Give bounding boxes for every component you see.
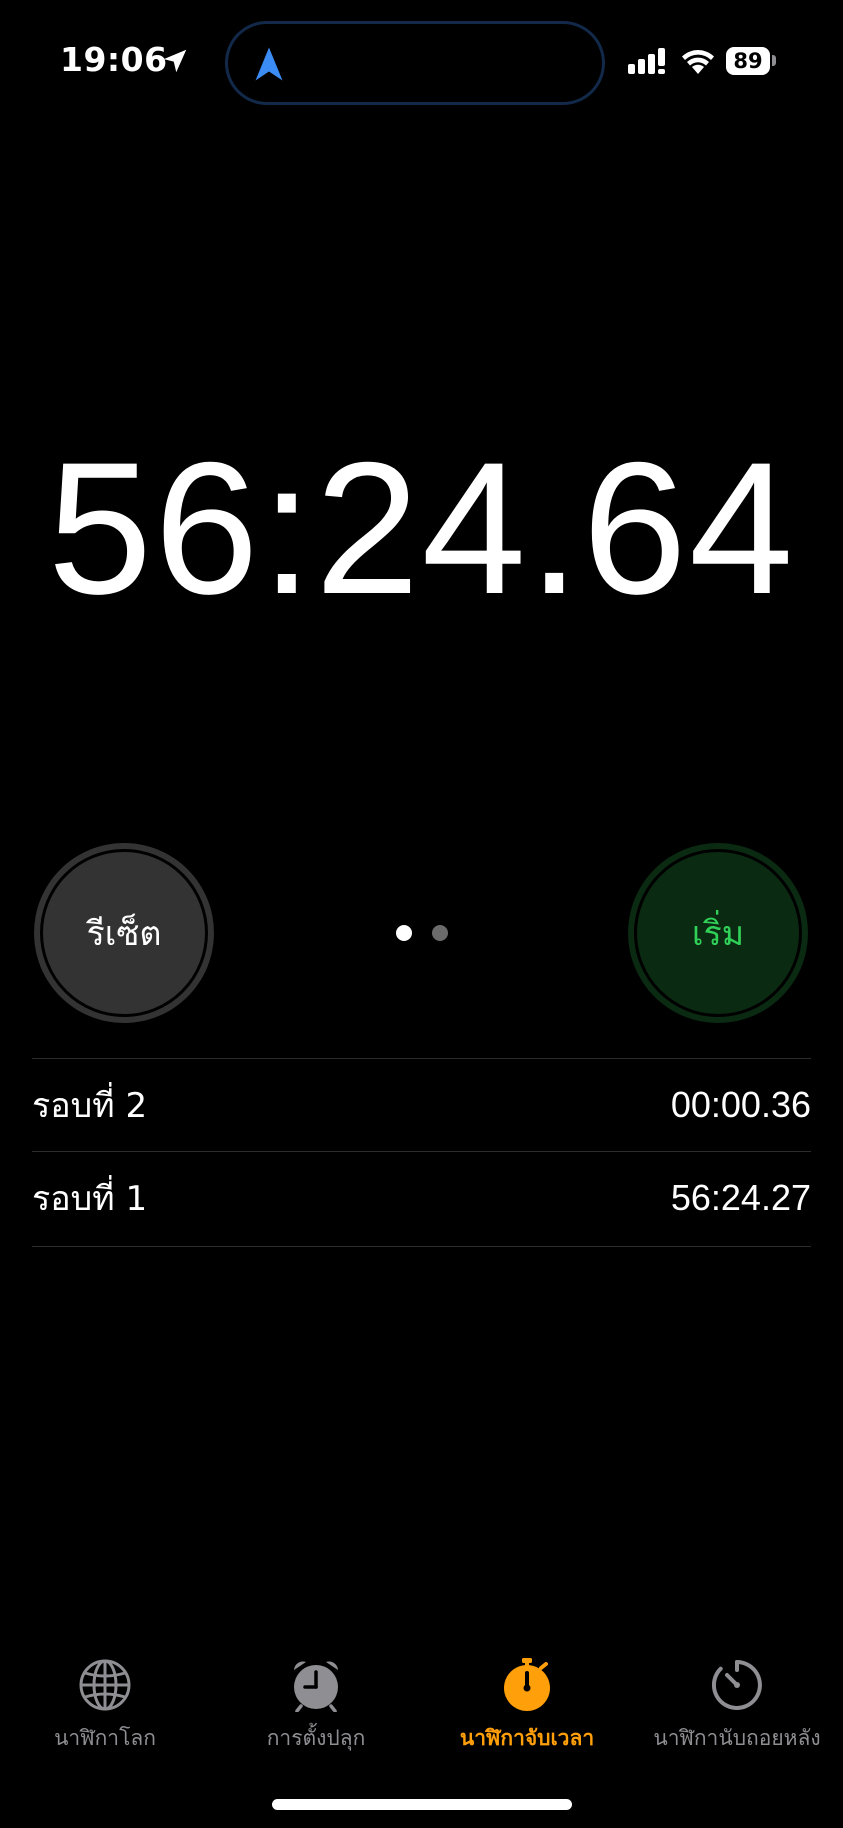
- tab-world-clock[interactable]: นาฬิกาโลก: [0, 1658, 210, 1768]
- page-indicator-dot-active[interactable]: [396, 925, 412, 941]
- cellular-signal-icon: [628, 48, 665, 74]
- start-button-ring: [634, 849, 802, 1017]
- lap-time: 56:24.27: [670, 1177, 811, 1218]
- tab-stopwatch[interactable]: นาฬิกาจับเวลา: [422, 1658, 632, 1768]
- battery-nub: [772, 55, 776, 66]
- stopwatch-icon: [504, 1658, 550, 1711]
- lap-divider: [32, 1246, 811, 1247]
- reset-button-ring: [40, 849, 208, 1017]
- battery-icon: 89: [726, 47, 770, 75]
- lap-row: รอบที่ 1 56:24.27: [32, 1151, 811, 1245]
- battery-level: 89: [733, 49, 763, 73]
- stopwatch-elapsed-time: 56:24.64: [47, 423, 796, 633]
- page-indicator-dot[interactable]: [432, 925, 448, 941]
- location-arrow-icon: [163, 49, 187, 73]
- tab-label: การตั้งปลุก: [266, 1726, 366, 1750]
- home-indicator[interactable]: [272, 1799, 572, 1810]
- alarm-clock-icon: [294, 1661, 338, 1712]
- dynamic-island[interactable]: [225, 21, 605, 105]
- wifi-icon: [682, 50, 714, 74]
- lap-time: 00:00.36: [670, 1084, 811, 1125]
- lap-label: รอบที่ 2: [32, 1086, 148, 1126]
- clock-app-screen: 19:06 89 56:24.64 รีเซ็ต เริ่ม รอบที่ 2 …: [0, 0, 843, 1828]
- tab-label: นาฬิกานับถอยหลัง: [653, 1726, 821, 1750]
- status-time: 19:06: [60, 40, 168, 79]
- tab-label: นาฬิกาจับเวลา: [459, 1726, 595, 1750]
- start-button[interactable]: เริ่ม: [628, 843, 808, 1023]
- lap-label: รอบที่ 1: [32, 1179, 148, 1219]
- timer-icon: [711, 1660, 762, 1710]
- globe-icon: [79, 1659, 131, 1711]
- tab-alarm[interactable]: การตั้งปลุก: [211, 1658, 421, 1768]
- lap-row: รอบที่ 2 00:00.36: [32, 1058, 811, 1152]
- reset-button[interactable]: รีเซ็ต: [34, 843, 214, 1023]
- navigation-icon: [255, 47, 283, 81]
- tab-label: นาฬิกาโลก: [54, 1726, 156, 1750]
- tab-timer[interactable]: นาฬิกานับถอยหลัง: [632, 1658, 842, 1768]
